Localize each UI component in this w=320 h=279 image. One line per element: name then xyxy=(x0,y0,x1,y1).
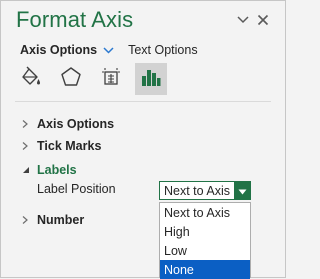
section-tick-marks[interactable]: Tick Marks xyxy=(21,137,101,155)
chevron-down-icon[interactable] xyxy=(103,46,114,54)
option-tabs: Axis Options Text Options xyxy=(20,41,198,59)
option-none[interactable]: None xyxy=(160,260,250,279)
close-icon xyxy=(257,14,269,26)
label-position-dropdown-list: Next to Axis High Low None xyxy=(159,202,251,279)
label-position-select[interactable]: Next to Axis xyxy=(159,181,251,200)
section-axis-options[interactable]: Axis Options xyxy=(21,115,114,133)
triangle-right-icon xyxy=(21,119,33,129)
tab-axis-options[interactable]: Axis Options xyxy=(20,43,97,57)
section-label: Labels xyxy=(37,163,77,177)
fill-line-tab[interactable] xyxy=(15,63,47,95)
pane-title: Format Axis xyxy=(16,7,134,32)
caret-down-icon xyxy=(238,184,247,198)
chevron-down-icon xyxy=(237,16,249,24)
label-position-label: Label Position xyxy=(37,182,116,196)
option-low[interactable]: Low xyxy=(160,241,250,260)
effects-pentagon-icon xyxy=(60,66,82,93)
effects-tab[interactable] xyxy=(55,63,87,95)
task-pane-options-button[interactable] xyxy=(235,12,251,28)
axis-options-chart-icon xyxy=(140,66,162,93)
tab-text-options[interactable]: Text Options xyxy=(128,43,197,57)
section-label: Axis Options xyxy=(37,117,115,131)
section-label: Number xyxy=(37,213,85,227)
size-properties-icon xyxy=(100,66,122,93)
option-next-to-axis[interactable]: Next to Axis xyxy=(160,203,250,222)
fill-line-icon xyxy=(20,66,42,93)
triangle-right-icon xyxy=(21,141,33,151)
triangle-right-icon xyxy=(21,215,33,225)
select-value: Next to Axis xyxy=(164,183,230,198)
divider xyxy=(15,101,271,102)
category-icon-row xyxy=(15,63,167,95)
option-high[interactable]: High xyxy=(160,222,250,241)
section-number[interactable]: Number xyxy=(21,211,84,229)
format-axis-pane: Format Axis Axis Options Text Options Ax… xyxy=(0,0,286,279)
close-button[interactable] xyxy=(255,12,271,28)
section-label: Tick Marks xyxy=(37,139,102,153)
dropdown-arrow-button[interactable] xyxy=(234,182,250,199)
size-properties-tab[interactable] xyxy=(95,63,127,95)
triangle-down-icon xyxy=(21,165,33,175)
section-labels[interactable]: Labels xyxy=(21,161,77,179)
axis-options-tab[interactable] xyxy=(135,63,167,95)
